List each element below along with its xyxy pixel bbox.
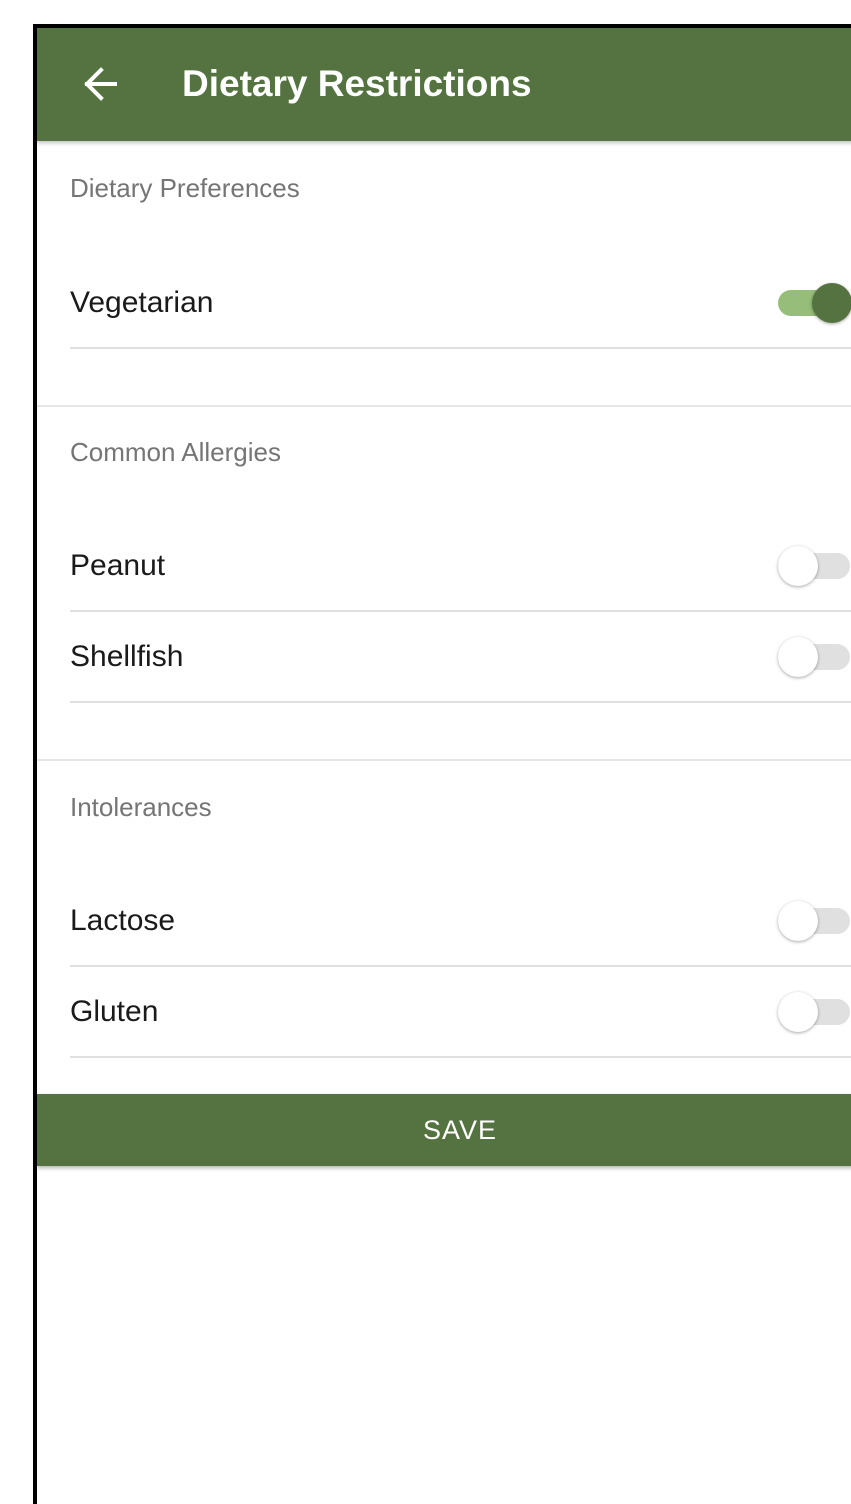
back-button[interactable] [79,62,123,106]
switch-thumb [812,283,851,323]
gluten-switch[interactable] [778,992,850,1032]
switch-thumb [778,637,818,677]
switch-thumb [778,992,818,1032]
section-header-common-allergies: Common Allergies [70,437,281,467]
save-button-label: SAVE [422,1115,498,1145]
save-button[interactable]: SAVE [37,1094,851,1166]
section-divider [37,759,851,761]
toggle-label: Vegetarian [70,286,214,319]
section-divider [37,405,851,407]
app-bar: Dietary Restrictions [37,28,851,141]
toggle-row-shellfish[interactable]: Shellfish [70,612,851,702]
toggle-row-lactose[interactable]: Lactose [70,876,851,966]
toggle-label: Lactose [70,904,176,937]
toggle-label: Shellfish [70,640,184,673]
arrow-left-icon [84,67,117,101]
phone-screen: Dietary Restrictions Dietary Preferences… [33,24,851,1504]
vegetarian-switch[interactable] [778,283,851,323]
section-header-dietary-preferences: Dietary Preferences [70,173,300,203]
toggle-row-gluten[interactable]: Gluten [70,967,851,1057]
shellfish-switch[interactable] [778,637,850,677]
row-divider [70,1056,851,1058]
switch-thumb [778,901,818,941]
page-title: Dietary Restrictions [182,63,532,104]
toggle-row-peanut[interactable]: Peanut [70,521,851,611]
lactose-switch[interactable] [778,901,850,941]
toggle-row-vegetarian[interactable]: Vegetarian [70,258,851,348]
peanut-switch[interactable] [778,546,850,586]
toggle-label: Peanut [70,549,166,582]
row-divider [70,701,851,703]
section-header-intolerances: Intolerances [70,792,212,822]
toggle-label: Gluten [70,995,159,1028]
switch-thumb [778,546,818,586]
row-divider [70,347,851,349]
